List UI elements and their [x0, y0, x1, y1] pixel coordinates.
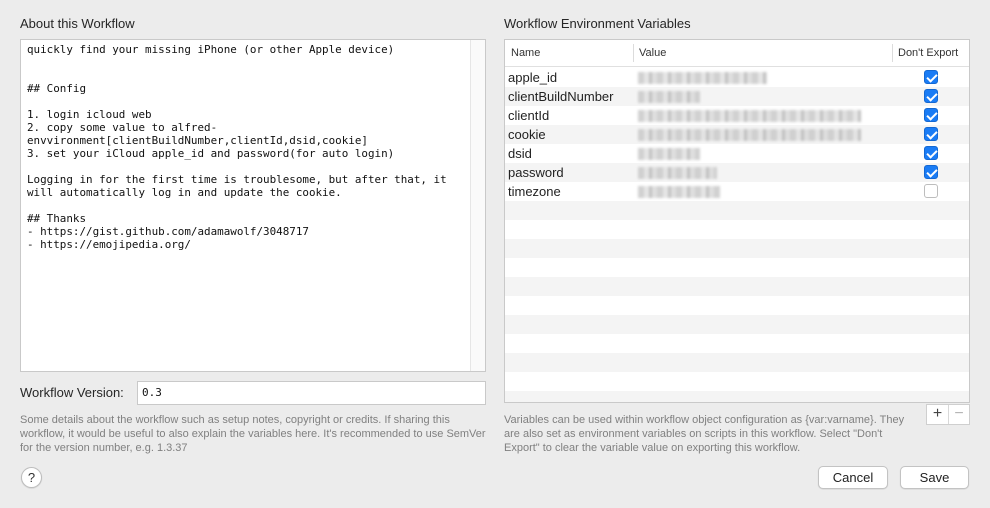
- about-section-title: About this Workflow: [20, 16, 135, 31]
- variable-value-redacted[interactable]: [638, 148, 700, 160]
- dont-export-checkbox[interactable]: [924, 184, 938, 198]
- workflow-version-field[interactable]: 0.3: [137, 381, 486, 405]
- column-header-name[interactable]: Name: [511, 47, 540, 59]
- variable-value-redacted[interactable]: [638, 110, 861, 122]
- table-row[interactable]: dsid: [505, 144, 969, 163]
- save-button[interactable]: Save: [900, 466, 969, 489]
- table-row[interactable]: cookie: [505, 125, 969, 144]
- add-remove-control: + −: [926, 404, 970, 425]
- workflow-notes-editor[interactable]: quickly find your missing iPhone (or oth…: [20, 39, 486, 372]
- variable-value-redacted[interactable]: [638, 91, 700, 103]
- add-variable-button[interactable]: +: [927, 405, 948, 424]
- empty-row: [505, 220, 969, 239]
- env-section-title: Workflow Environment Variables: [504, 16, 691, 31]
- empty-row: [505, 201, 969, 220]
- empty-row: [505, 391, 969, 402]
- empty-row: [505, 315, 969, 334]
- variable-name[interactable]: clientId: [508, 108, 549, 123]
- workflow-version-label: Workflow Version:: [20, 385, 124, 400]
- column-header-value[interactable]: Value: [639, 47, 666, 59]
- empty-row: [505, 258, 969, 277]
- table-row[interactable]: clientBuildNumber: [505, 87, 969, 106]
- empty-row: [505, 372, 969, 391]
- variable-value-redacted[interactable]: [638, 186, 720, 198]
- about-help-text: Some details about the workflow such as …: [20, 414, 486, 454]
- table-body: apple_id clientBuildNumber clientId cookie d…: [505, 68, 969, 402]
- dont-export-checkbox[interactable]: [924, 127, 938, 141]
- dont-export-checkbox[interactable]: [924, 89, 938, 103]
- variable-name[interactable]: timezone: [508, 184, 561, 199]
- empty-row: [505, 353, 969, 372]
- dont-export-checkbox[interactable]: [924, 165, 938, 179]
- notes-scrollbar[interactable]: [470, 40, 485, 371]
- variable-name[interactable]: cookie: [508, 127, 546, 142]
- empty-row: [505, 277, 969, 296]
- workflow-configuration-dialog: About this Workflow quickly find your mi…: [0, 0, 990, 508]
- env-variables-table: Name Value Don't Export apple_id clientBu…: [504, 39, 970, 403]
- variable-name[interactable]: dsid: [508, 146, 532, 161]
- empty-row: [505, 334, 969, 353]
- dont-export-checkbox[interactable]: [924, 146, 938, 160]
- column-divider: [633, 44, 634, 62]
- variable-value-redacted[interactable]: [638, 72, 767, 84]
- dont-export-checkbox[interactable]: [924, 108, 938, 122]
- dont-export-checkbox[interactable]: [924, 70, 938, 84]
- remove-variable-button[interactable]: −: [947, 405, 969, 424]
- variable-name[interactable]: password: [508, 165, 564, 180]
- table-row[interactable]: password: [505, 163, 969, 182]
- help-button[interactable]: ?: [21, 467, 42, 488]
- table-row[interactable]: apple_id: [505, 68, 969, 87]
- empty-row: [505, 239, 969, 258]
- table-row[interactable]: clientId: [505, 106, 969, 125]
- variable-name[interactable]: clientBuildNumber: [508, 89, 614, 104]
- workflow-notes-text[interactable]: quickly find your missing iPhone (or oth…: [21, 40, 471, 254]
- table-header: Name Value Don't Export: [505, 40, 969, 67]
- empty-row: [505, 296, 969, 315]
- table-row[interactable]: timezone: [505, 182, 969, 201]
- variable-value-redacted[interactable]: [638, 129, 861, 141]
- variable-value-redacted[interactable]: [638, 167, 717, 179]
- cancel-button[interactable]: Cancel: [818, 466, 888, 489]
- column-header-dont-export[interactable]: Don't Export: [898, 47, 958, 59]
- env-help-text: Variables can be used within workflow ob…: [504, 414, 905, 454]
- variable-name[interactable]: apple_id: [508, 70, 557, 85]
- column-divider: [892, 44, 893, 62]
